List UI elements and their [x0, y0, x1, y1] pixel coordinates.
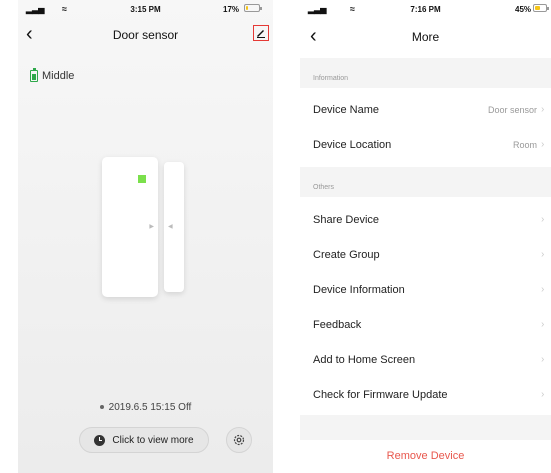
- row-label: Check for Firmware Update: [313, 388, 448, 401]
- sensor-magnet-image: ◀: [164, 162, 184, 292]
- last-event-text: 2019.6.5 15:15 Off: [108, 402, 192, 413]
- status-time: 7:16 PM: [410, 5, 441, 14]
- chevron-right-icon: ›: [541, 139, 545, 150]
- row-value: Room: [512, 139, 537, 150]
- device-panel-screen: ▂▃▅ ≈ 3:15 PM 17% ‹ Door sensor Middle ▶…: [18, 0, 273, 473]
- device-name-row[interactable]: Device Name Door sensor ›: [300, 92, 551, 127]
- settings-button[interactable]: [226, 427, 252, 453]
- add-to-home-screen-row[interactable]: Add to Home Screen ›: [300, 342, 551, 377]
- battery-percent: 45%: [515, 5, 532, 14]
- remove-device-button[interactable]: Remove Device: [300, 440, 551, 473]
- chevron-right-icon: ›: [541, 249, 545, 260]
- battery-percent: 17%: [223, 5, 240, 14]
- chevron-right-icon: ›: [541, 214, 545, 225]
- row-label: Share Device: [313, 213, 380, 226]
- view-more-label: Click to view more: [112, 434, 194, 446]
- dot-icon: [99, 405, 104, 410]
- device-information-row[interactable]: Device Information ›: [300, 272, 551, 307]
- clock-icon: [94, 434, 106, 446]
- battery-icon: [533, 4, 549, 12]
- row-label: Device Name: [313, 103, 380, 116]
- battery-icon: [244, 4, 262, 12]
- chevron-right-icon: ›: [541, 389, 545, 400]
- battery-status: Middle: [30, 68, 75, 82]
- row-value: Door sensor: [487, 104, 537, 115]
- firmware-update-row[interactable]: Check for Firmware Update ›: [300, 377, 551, 412]
- feedback-row[interactable]: Feedback ›: [300, 307, 551, 342]
- row-label: Add to Home Screen: [313, 353, 416, 366]
- battery-icon: [30, 68, 38, 82]
- section-header-others: Others: [300, 167, 551, 197]
- row-label: Device Information: [313, 283, 405, 296]
- nav-bar: ‹ More: [300, 22, 551, 52]
- row-label: Device Location: [313, 138, 392, 151]
- page-title: More: [411, 30, 440, 44]
- view-more-button[interactable]: Click to view more: [79, 427, 209, 453]
- chevron-right-icon: ›: [541, 284, 545, 295]
- row-label: Feedback: [313, 318, 362, 331]
- chevron-right-icon: ›: [541, 354, 545, 365]
- create-group-row[interactable]: Create Group ›: [300, 237, 551, 272]
- section-header-information: Information: [300, 58, 551, 88]
- share-device-row[interactable]: Share Device ›: [300, 202, 551, 237]
- settings-icon: [233, 434, 245, 446]
- arrow-right-icon: ▶: [149, 224, 154, 230]
- section-spacer: [300, 415, 551, 440]
- last-event: 2019.6.5 15:15 Off: [18, 402, 273, 413]
- edit-button[interactable]: [253, 25, 269, 41]
- chevron-right-icon: ›: [541, 104, 545, 115]
- edit-icon: [257, 30, 265, 38]
- status-bar: ▂▃▅ ≈ 7:16 PM 45%: [300, 0, 551, 20]
- door-sensor-image: ▶: [102, 157, 158, 297]
- more-settings-screen: ▂▃▅ ≈ 7:16 PM 45% ‹ More Information Dev…: [300, 0, 551, 473]
- status-bar: ▂▃▅ ≈ 3:15 PM 17%: [18, 0, 273, 20]
- nav-bar: ‹ Door sensor: [18, 22, 273, 48]
- battery-level-label: Middle: [42, 70, 75, 82]
- device-location-row[interactable]: Device Location Room ›: [300, 127, 551, 162]
- arrow-left-icon: ◀: [168, 224, 173, 230]
- sensor-led: [138, 175, 146, 183]
- row-label: Create Group: [313, 248, 380, 261]
- chevron-right-icon: ›: [541, 319, 545, 330]
- page-title: Door sensor: [112, 28, 179, 42]
